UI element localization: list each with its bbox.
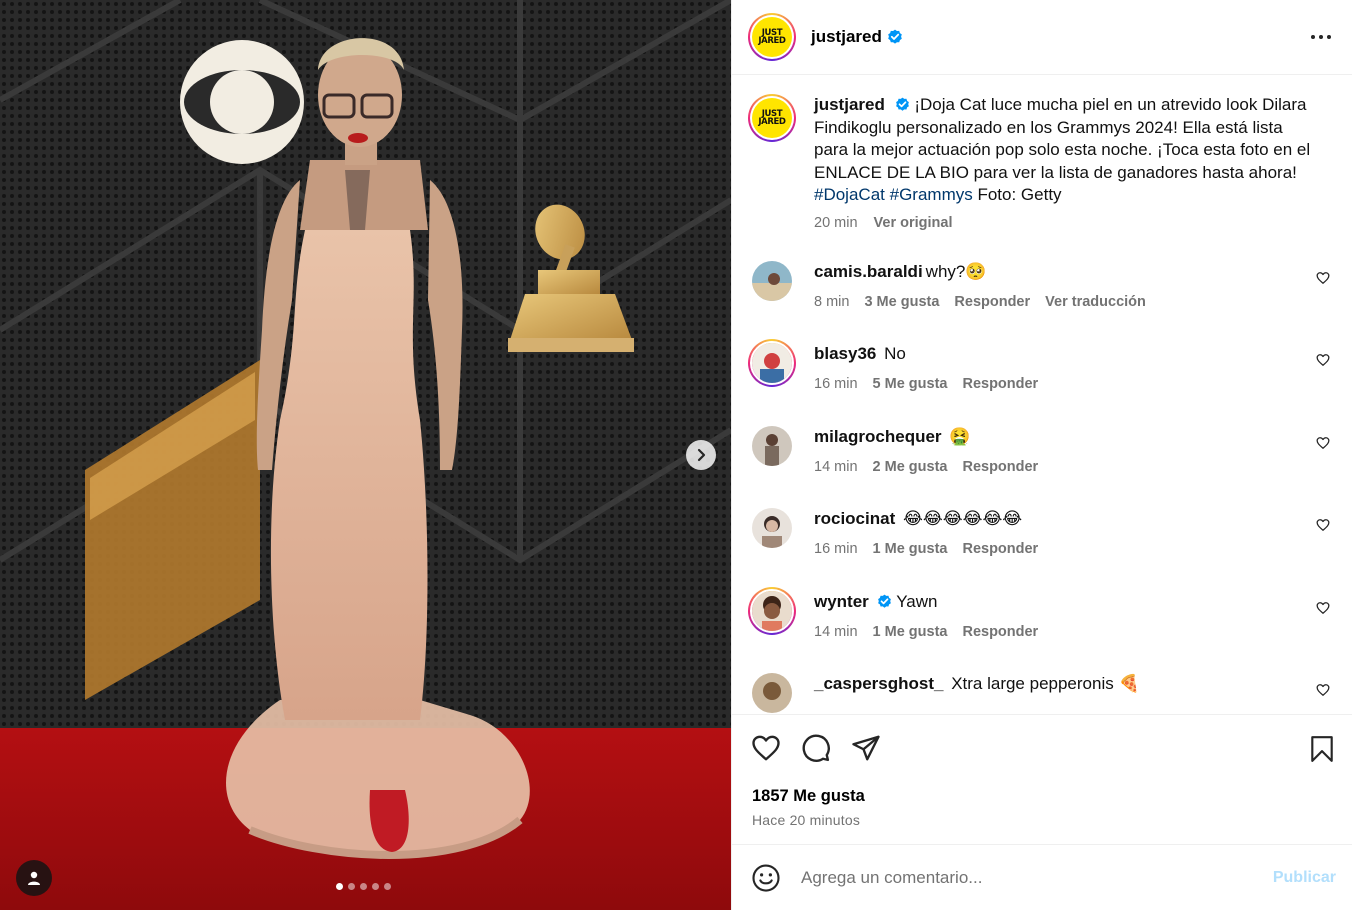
caption-credit: Foto: Getty [977, 185, 1062, 204]
post-actions: 1857 Me gusta Hace 20 minutos [732, 714, 1352, 844]
post-caption: JUST JARED justjared ¡Doja Cat luce much… [732, 76, 1352, 231]
comment-age[interactable]: 14 min [814, 459, 858, 475]
see-original-button[interactable]: Ver original [874, 215, 953, 231]
comment-like-icon[interactable] [1316, 601, 1330, 615]
commenter-username[interactable]: camis.baraldi [814, 262, 923, 281]
comment-item: blasy36 No 16 min 5 Me gusta Responder [732, 339, 1352, 426]
caption-age[interactable]: 20 min [814, 215, 858, 231]
justjared-logo: JUST JARED [752, 17, 792, 57]
reply-button[interactable]: Responder [962, 459, 1038, 475]
justjared-logo: JUST JARED [752, 98, 792, 138]
comment-item: wynter Yawn 14 min 1 Me gusta Responder [732, 586, 1352, 674]
translate-button[interactable]: Ver traducción [1045, 294, 1146, 310]
commenter-username[interactable]: blasy36 [814, 344, 876, 363]
tagged-users-button[interactable] [16, 860, 52, 896]
post-header: JUST JARED justjared [732, 0, 1352, 75]
commenter-username[interactable]: rociocinat [814, 509, 895, 528]
reply-button[interactable]: Responder [962, 376, 1038, 392]
caption-author-avatar[interactable]: JUST JARED [748, 94, 796, 142]
comment-input[interactable] [801, 867, 1273, 888]
publish-button[interactable]: Publicar [1273, 869, 1336, 887]
comment-age[interactable]: 14 min [814, 624, 858, 640]
comment-list: camis.baraldi why?🥺 8 min 3 Me gusta Resp… [732, 260, 1352, 715]
emoji-icon[interactable] [751, 863, 781, 893]
comment-text: 🤮 [949, 426, 971, 446]
carousel-next-button[interactable] [686, 440, 716, 470]
carousel-dot [360, 883, 367, 890]
comment-likes[interactable]: 3 Me gusta [864, 294, 939, 310]
comment-likes[interactable]: 1 Me gusta [873, 541, 948, 557]
carousel-dot [372, 883, 379, 890]
comment-item: _caspersghost_ Xtra large pepperonis 🍕 [732, 673, 1352, 714]
caption-text: ¡Doja Cat luce mucha piel en un atrevido… [814, 95, 1311, 182]
comment-like-icon[interactable] [1316, 518, 1330, 532]
carousel-dot [336, 883, 343, 890]
verified-badge-icon [877, 594, 891, 608]
comment-like-icon[interactable] [1316, 271, 1330, 285]
post-media[interactable] [0, 0, 731, 910]
comment-item: rociocinat 😂😂😂😂😂😂 16 min 1 Me gusta Resp… [732, 508, 1352, 591]
comment-icon[interactable] [801, 733, 831, 763]
comment-likes[interactable]: 5 Me gusta [873, 376, 948, 392]
user-tag-icon [28, 871, 40, 885]
reply-button[interactable]: Responder [962, 624, 1038, 640]
caption-username[interactable]: justjared [814, 95, 885, 114]
comment-text: why?🥺 [925, 261, 987, 281]
share-icon[interactable] [851, 733, 881, 763]
reply-button[interactable]: Responder [962, 541, 1038, 557]
commenter-username[interactable]: wynter [814, 592, 869, 611]
commenter-avatar[interactable] [752, 260, 792, 301]
chevron-right-icon [697, 448, 706, 462]
comment-text: Xtra large pepperonis 🍕 [951, 674, 1140, 693]
comment-age[interactable]: 8 min [814, 294, 849, 310]
carousel-indicator [336, 883, 391, 890]
commenter-avatar[interactable] [752, 673, 792, 713]
reply-button[interactable]: Responder [954, 294, 1030, 310]
comment-age[interactable]: 16 min [814, 541, 858, 557]
commenter-username[interactable]: milagrochequer [814, 427, 942, 446]
comment-like-icon[interactable] [1316, 436, 1330, 450]
post-sidebar: JUST JARED justjared JUST JARED justjare… [731, 0, 1352, 910]
author-avatar[interactable]: JUST JARED [748, 13, 796, 61]
comment-item: milagrochequer 🤮 14 min 2 Me gusta Respo… [732, 425, 1352, 509]
comment-composer: Publicar [732, 844, 1352, 910]
commenter-avatar[interactable] [752, 508, 792, 548]
commenter-avatar[interactable] [748, 339, 796, 387]
commenter-username[interactable]: _caspersghost_ [814, 674, 943, 693]
likes-count[interactable]: 1857 Me gusta [752, 787, 865, 806]
comment-likes[interactable]: 1 Me gusta [873, 624, 948, 640]
comment-like-icon[interactable] [1316, 353, 1330, 367]
author-username[interactable]: justjared [811, 27, 882, 47]
comment-like-icon[interactable] [1316, 683, 1330, 697]
carousel-dot [348, 883, 355, 890]
verified-badge-icon [888, 29, 902, 44]
commenter-avatar[interactable] [748, 586, 796, 635]
bookmark-icon[interactable] [1309, 735, 1335, 763]
commenter-avatar[interactable] [752, 425, 792, 466]
carousel-dot [384, 883, 391, 890]
comment-likes[interactable]: 2 Me gusta [873, 459, 948, 475]
more-options-icon[interactable] [1310, 26, 1332, 48]
comment-age[interactable]: 16 min [814, 376, 858, 392]
hashtag-link[interactable]: #Grammys [890, 185, 973, 204]
verified-badge-icon [895, 97, 909, 111]
comment-item: camis.baraldi why?🥺 8 min 3 Me gusta Resp… [732, 260, 1352, 344]
comment-text: Yawn [896, 591, 938, 611]
hashtag-link[interactable]: #DojaCat [814, 185, 885, 204]
comment-text: No [884, 344, 906, 363]
comment-text: 😂😂😂😂😂😂 [902, 509, 1023, 528]
comments-scroll-area[interactable]: JUST JARED justjared ¡Doja Cat luce much… [732, 76, 1352, 714]
heart-icon[interactable] [751, 733, 781, 763]
post-timestamp: Hace 20 minutos [752, 812, 861, 828]
post-photo [0, 0, 731, 910]
